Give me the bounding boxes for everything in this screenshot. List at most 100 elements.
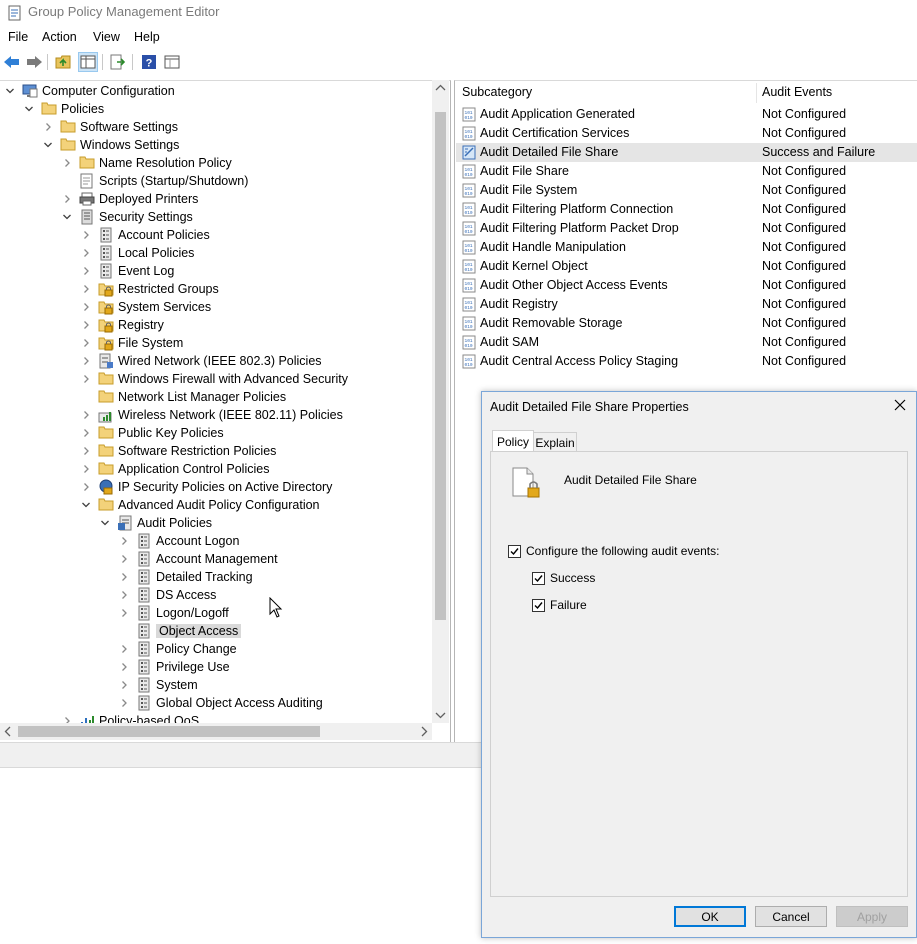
chevron-right-icon[interactable] [80,301,92,313]
tree-item-account-policies[interactable]: Account Policies [80,226,210,244]
tree-vertical-scroll-thumb[interactable] [435,112,446,620]
tree-item-account-management[interactable]: Account Management [118,550,278,568]
tree-item-policies[interactable]: Policies [23,100,104,118]
chevron-right-icon[interactable] [118,697,130,709]
list-row[interactable]: 101 010 Audit Application Generated Not Con… [456,105,917,124]
list-row[interactable]: 101 010 Audit Certification Services Not Co… [456,124,917,143]
tree-item-wired-network-ieee-802-3-policies[interactable]: Wired Network (IEEE 802.3) Policies [80,352,322,370]
chevron-right-icon[interactable] [80,319,92,331]
column-header-audit-events[interactable]: Audit Events [762,85,832,99]
failure-checkbox[interactable] [532,599,545,612]
chevron-down-icon[interactable] [4,85,16,97]
tree-item-audit-policies[interactable]: Audit Policies [99,514,212,532]
chevron-right-icon[interactable] [118,571,130,583]
tree-item-security-settings[interactable]: Security Settings [61,208,193,226]
menu-file[interactable]: File [8,30,28,44]
tab-policy[interactable]: Policy [492,430,534,452]
ok-button[interactable]: OK [674,906,746,927]
close-icon[interactable] [892,397,908,413]
chevron-right-icon[interactable] [118,679,130,691]
chevron-right-icon[interactable] [80,247,92,259]
tree-item-object-access[interactable]: Object Access [118,622,242,640]
tree-item-application-control-policies[interactable]: Application Control Policies [80,460,269,478]
list-row[interactable]: 101 010 Audit SAM Not Configured [456,333,917,352]
chevron-right-icon[interactable] [80,229,92,241]
help-icon[interactable]: ? [139,52,159,72]
chevron-right-icon[interactable] [61,193,73,205]
tree-item-windows-firewall-with-advanced-security[interactable]: Windows Firewall with Advanced Security [80,370,348,388]
list-row[interactable]: 101 010 Audit Filtering Platform Packet Dr… [456,219,917,238]
apply-button[interactable]: Apply [836,906,908,927]
tree-item-local-policies[interactable]: Local Policies [80,244,194,262]
tree-item-advanced-audit-policy-configuration[interactable]: Advanced Audit Policy Configuration [80,496,320,514]
tree-item-deployed-printers[interactable]: Deployed Printers [61,190,198,208]
chevron-right-icon[interactable] [80,337,92,349]
tree-item-name-resolution-policy[interactable]: Name Resolution Policy [61,154,232,172]
chevron-right-icon[interactable] [80,463,92,475]
tree-item-network-list-manager-policies[interactable]: Network List Manager Policies [80,388,286,406]
list-row[interactable]: 101 010 Audit Registry Not Configured [456,295,917,314]
tree-item-restricted-groups[interactable]: Restricted Groups [80,280,219,298]
configure-audit-events-checkbox[interactable] [508,545,521,558]
chevron-right-icon[interactable] [61,157,73,169]
chevron-right-icon[interactable] [80,481,92,493]
tree-item-wireless-network-ieee-802-11-policies[interactable]: Wireless Network (IEEE 802.11) Policies [80,406,343,424]
tree-item-system-services[interactable]: System Services [80,298,211,316]
tree-item-detailed-tracking[interactable]: Detailed Tracking [118,568,253,586]
tree-item-software-restriction-policies[interactable]: Software Restriction Policies [80,442,276,460]
chevron-right-icon[interactable] [118,553,130,565]
chevron-down-icon[interactable] [61,211,73,223]
list-row[interactable]: 101 010 Audit Removable Storage Not Configu… [456,314,917,333]
list-row[interactable]: Audit Detailed File Share Success and Fai… [456,143,917,162]
tree-horizontal-scroll-thumb[interactable] [18,726,320,737]
tree-item-computer-configuration[interactable]: Computer Configuration [4,82,175,100]
list-row[interactable]: 101 010 Audit Other Object Access Events No… [456,276,917,295]
tab-explain[interactable]: Explain [533,432,577,453]
cancel-button[interactable]: Cancel [755,906,827,927]
chevron-right-icon[interactable] [118,535,130,547]
chevron-right-icon[interactable] [118,607,130,619]
chevron-right-icon[interactable] [42,121,54,133]
properties-icon[interactable] [162,52,182,72]
menu-help[interactable]: Help [134,30,160,44]
scroll-right-arrow-icon[interactable] [420,726,428,737]
column-header-subcategory[interactable]: Subcategory [462,85,532,99]
chevron-right-icon[interactable] [80,445,92,457]
tree-item-public-key-policies[interactable]: Public Key Policies [80,424,224,442]
tree-item-registry[interactable]: Registry [80,316,164,334]
chevron-down-icon[interactable] [99,517,111,529]
scroll-down-arrow-icon[interactable] [435,711,446,719]
chevron-right-icon[interactable] [118,661,130,673]
scroll-up-arrow-icon[interactable] [435,84,446,92]
list-row[interactable]: 101 010 Audit Handle Manipulation Not Confi… [456,238,917,257]
chevron-right-icon[interactable] [118,589,130,601]
tree-item-global-object-access-auditing[interactable]: Global Object Access Auditing [118,694,323,712]
chevron-right-icon[interactable] [80,427,92,439]
success-checkbox[interactable] [532,572,545,585]
menu-view[interactable]: View [93,30,120,44]
tree-item-event-log[interactable]: Event Log [80,262,174,280]
tree-item-system[interactable]: System [118,676,198,694]
tree-item-software-settings[interactable]: Software Settings [42,118,178,136]
chevron-down-icon[interactable] [80,499,92,511]
scroll-left-arrow-icon[interactable] [4,726,12,737]
tree-item-logon-logoff[interactable]: Logon/Logoff [118,604,229,622]
list-row[interactable]: 101 010 Audit File System Not Configured [456,181,917,200]
tree-item-policy-change[interactable]: Policy Change [118,640,237,658]
list-row[interactable]: 101 010 Audit Kernel Object Not Configured [456,257,917,276]
tree-item-account-logon[interactable]: Account Logon [118,532,239,550]
chevron-right-icon[interactable] [80,373,92,385]
forward-arrow-icon[interactable] [24,52,44,72]
show-hide-tree-icon[interactable] [78,52,98,72]
list-row[interactable]: 101 010 Audit File Share Not Configured [456,162,917,181]
up-folder-icon[interactable] [54,52,74,72]
back-arrow-icon[interactable] [2,52,22,72]
menu-action[interactable]: Action [42,30,77,44]
chevron-right-icon[interactable] [118,643,130,655]
chevron-right-icon[interactable] [80,283,92,295]
tree-item-ds-access[interactable]: DS Access [118,586,216,604]
list-row[interactable]: 101 010 Audit Filtering Platform Connectio… [456,200,917,219]
chevron-down-icon[interactable] [23,103,35,115]
tree-item-scripts-startup-shutdown[interactable]: Scripts (Startup/Shutdown) [61,172,248,190]
tree-item-ip-security-policies-on-active-directory[interactable]: IP Security Policies on Active Directory [80,478,332,496]
